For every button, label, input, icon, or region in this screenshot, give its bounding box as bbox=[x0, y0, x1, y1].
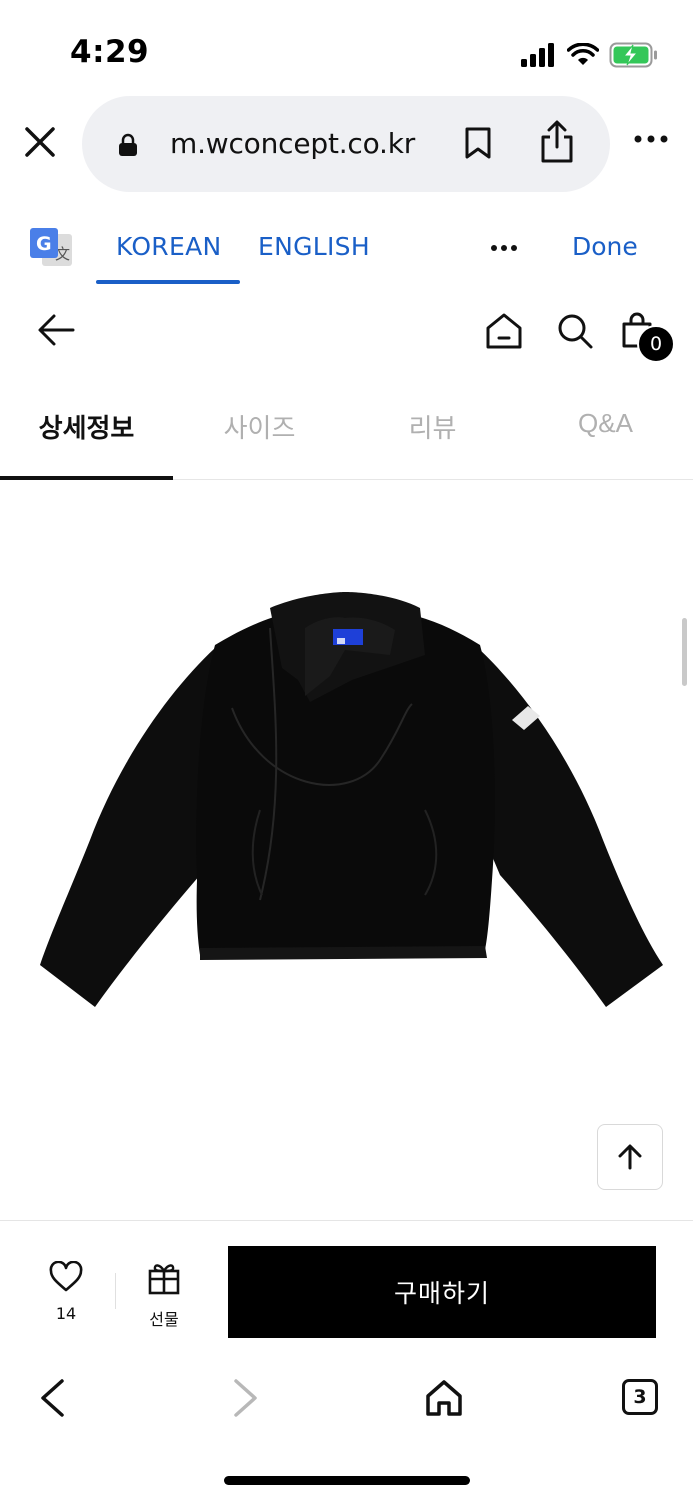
heart-icon bbox=[49, 1260, 83, 1292]
product-tabs: 상세정보 사이즈 리뷰 Q&A bbox=[0, 380, 693, 480]
cellular-signal-icon bbox=[521, 43, 554, 67]
status-bar: 4:29 bbox=[0, 0, 693, 100]
product-image bbox=[0, 480, 693, 1220]
gift-button[interactable]: 선물 bbox=[134, 1261, 194, 1330]
browser-address-bar: m.wconcept.co.kr bbox=[0, 96, 693, 192]
done-button[interactable]: Done bbox=[572, 232, 638, 261]
active-language-indicator bbox=[96, 280, 240, 284]
tab-reviews[interactable]: 리뷰 bbox=[346, 408, 519, 445]
bookmark-icon[interactable] bbox=[464, 126, 492, 160]
share-icon[interactable] bbox=[538, 120, 576, 164]
app-header bbox=[0, 300, 693, 370]
jacket-image bbox=[40, 592, 663, 1007]
status-icons bbox=[521, 40, 659, 70]
home-icon[interactable] bbox=[424, 1378, 464, 1418]
translate-bar: 文 G KOREAN ENGLISH Done bbox=[0, 210, 693, 288]
buy-button[interactable]: 구매하기 bbox=[228, 1246, 656, 1338]
tab-size[interactable]: 사이즈 bbox=[173, 408, 346, 445]
svg-text:G: G bbox=[36, 233, 52, 255]
translate-more-icon[interactable] bbox=[490, 244, 518, 252]
cart-count-badge: 0 bbox=[637, 325, 675, 363]
tab-qna[interactable]: Q&A bbox=[519, 408, 692, 439]
wifi-icon bbox=[567, 43, 599, 65]
tab-english[interactable]: ENGLISH bbox=[258, 232, 370, 261]
divider bbox=[115, 1273, 116, 1309]
battery-charging-icon bbox=[609, 42, 657, 68]
more-options-icon[interactable] bbox=[634, 134, 668, 144]
purchase-bar: 14 선물 구매하기 bbox=[0, 1220, 693, 1354]
status-time: 4:29 bbox=[70, 34, 150, 70]
chevron-left-icon[interactable] bbox=[38, 1378, 66, 1418]
like-button[interactable]: 14 bbox=[36, 1260, 96, 1323]
home-indicator bbox=[224, 1476, 470, 1485]
arrow-up-icon bbox=[618, 1144, 642, 1170]
url-text: m.wconcept.co.kr bbox=[170, 127, 416, 160]
google-translate-icon: 文 G bbox=[30, 228, 72, 266]
tab-details[interactable]: 상세정보 bbox=[0, 408, 173, 445]
scrollbar-thumb[interactable] bbox=[682, 618, 687, 686]
like-count: 14 bbox=[55, 1304, 77, 1323]
scroll-to-top-button[interactable] bbox=[597, 1124, 663, 1190]
url-field[interactable]: m.wconcept.co.kr bbox=[82, 96, 610, 192]
tabs-button[interactable]: 3 bbox=[622, 1379, 658, 1415]
gift-icon bbox=[148, 1264, 180, 1295]
close-icon[interactable] bbox=[22, 124, 58, 160]
back-arrow-icon[interactable] bbox=[36, 312, 76, 348]
chevron-right-icon[interactable] bbox=[232, 1378, 260, 1418]
gift-label: 선물 bbox=[149, 1312, 179, 1329]
tab-korean[interactable]: KOREAN bbox=[116, 232, 221, 261]
search-icon[interactable] bbox=[556, 312, 594, 350]
lock-icon bbox=[119, 133, 137, 156]
home-icon[interactable] bbox=[484, 312, 524, 350]
